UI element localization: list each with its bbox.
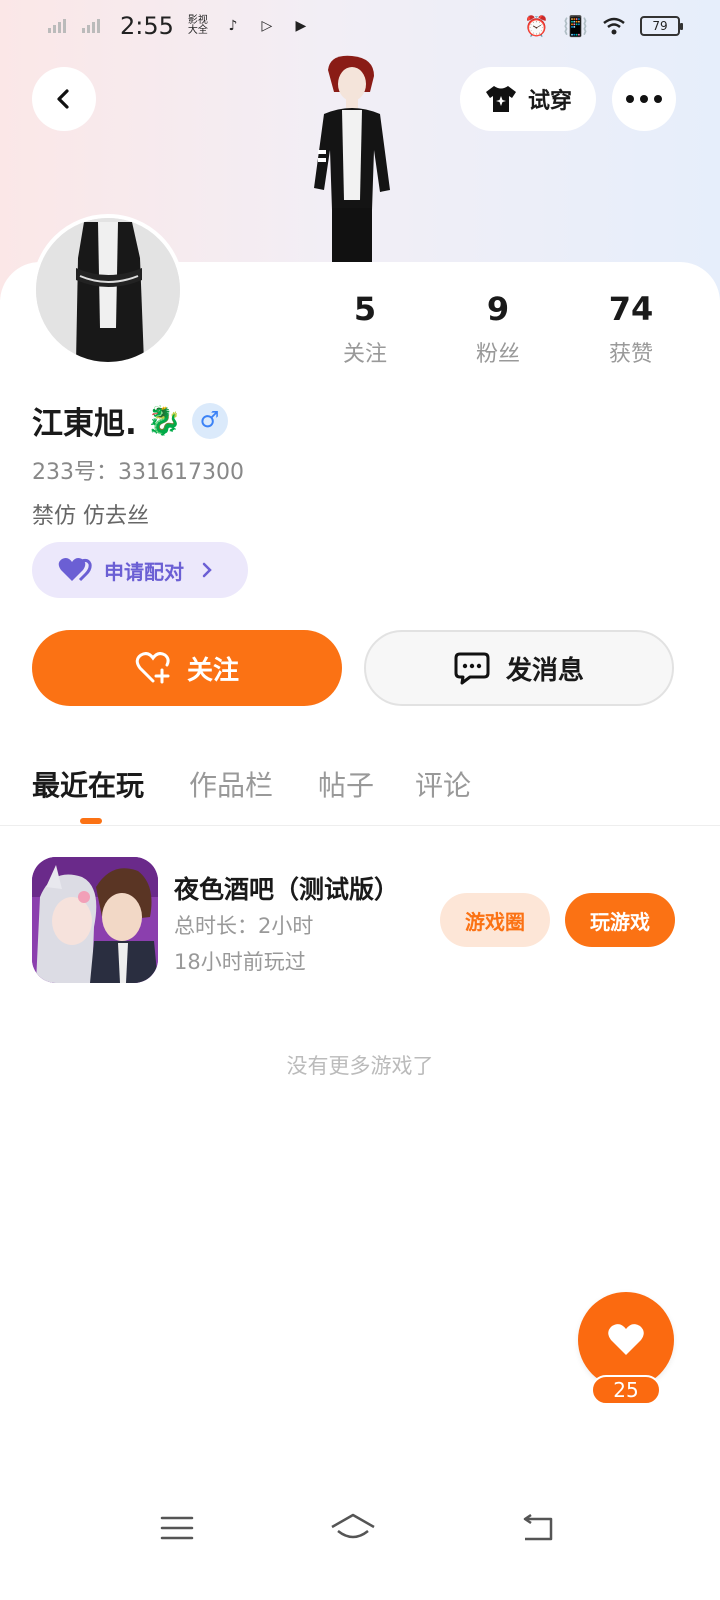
stat-fans[interactable]: 9 粉丝: [438, 290, 558, 368]
tab-recent[interactable]: 最近在玩: [32, 764, 144, 804]
tab-divider: [0, 825, 720, 826]
stat-following[interactable]: 5 关注: [305, 290, 425, 368]
system-nav-bar: [0, 1490, 720, 1570]
message-label: 发消息: [505, 655, 584, 686]
message-button[interactable]: 发消息: [364, 630, 674, 706]
stat-fans-label: 粉丝: [475, 342, 520, 367]
tab-posts[interactable]: 帖子: [318, 764, 374, 804]
back-nav-button[interactable]: [512, 1508, 562, 1548]
play-app-icon: ▷: [261, 18, 273, 34]
user-id[interactable]: 233号：331617300: [32, 454, 244, 486]
name-row: 江東旭. 🐉 ♂: [32, 398, 228, 443]
status-time: 2:55: [120, 12, 174, 40]
game-icon[interactable]: [32, 857, 158, 983]
game-circle-button[interactable]: 游戏圈: [440, 893, 550, 947]
media-app-icon: ▶: [295, 18, 307, 34]
stat-likes-label: 获赞: [608, 342, 653, 367]
home-icon: [331, 1513, 375, 1539]
user-bio: 禁仿 仿去丝: [32, 504, 149, 529]
heart-pair-icon: [58, 558, 92, 582]
like-count: 25: [591, 1375, 661, 1405]
tab-comments[interactable]: 评论: [415, 764, 471, 804]
play-game-button[interactable]: 玩游戏: [565, 893, 675, 947]
back-nav-icon: [523, 1513, 553, 1541]
stat-likes-value: 74: [608, 290, 654, 328]
tab-works[interactable]: 作品栏: [189, 764, 273, 804]
chat-icon: [454, 652, 490, 685]
game-duration: 总时长：2小时: [174, 914, 314, 938]
avatar[interactable]: [32, 214, 184, 366]
heart-plus-icon: [135, 652, 170, 684]
status-bar: 2:55 影视大全 ♪ ▷ ▶ ⏰ 📳 79: [0, 0, 720, 56]
stat-fans-value: 9: [486, 290, 510, 328]
more-button[interactable]: [612, 67, 676, 131]
apply-pair-button[interactable]: 申请配对: [32, 542, 248, 598]
video-app-icon: 影视大全: [187, 15, 208, 36]
shirt-icon: [485, 86, 516, 112]
more-dots-icon: [626, 95, 662, 103]
battery-icon: 79: [640, 16, 683, 36]
follow-button[interactable]: 关注: [32, 630, 342, 706]
stat-following-value: 5: [353, 290, 377, 328]
game-last-played: 18小时前玩过: [174, 950, 306, 974]
chevron-left-icon: [57, 89, 69, 109]
dragon-emoji: 🐉: [146, 404, 182, 437]
home-nav-button[interactable]: [328, 1508, 378, 1548]
wifi-icon: [603, 17, 625, 35]
stat-likes[interactable]: 74 获赞: [571, 290, 691, 368]
like-button[interactable]: [578, 1292, 674, 1388]
avatar-3d-figure[interactable]: [290, 50, 410, 264]
alarm-icon: ⏰: [524, 14, 550, 38]
signal-2-icon: [82, 19, 100, 33]
tiktok-icon: ♪: [228, 18, 238, 34]
tab-indicator: [80, 818, 102, 824]
try-on-label: 试穿: [527, 89, 572, 114]
heart-icon: [608, 1324, 644, 1355]
try-on-button[interactable]: 试穿: [460, 67, 596, 131]
chevron-right-icon: [202, 562, 212, 578]
signal-icon: [48, 19, 66, 33]
menu-icon: [160, 1516, 194, 1540]
empty-list-text: 没有更多游戏了: [286, 1054, 434, 1078]
follow-label: 关注: [186, 655, 239, 686]
back-button[interactable]: [32, 67, 96, 131]
apply-pair-label: 申请配对: [104, 559, 184, 584]
vibrate-icon: 📳: [563, 14, 588, 38]
stat-following-label: 关注: [342, 342, 387, 367]
game-title[interactable]: 夜色酒吧（测试版）: [174, 870, 399, 906]
user-name: 江東旭.: [32, 406, 137, 442]
menu-nav-button[interactable]: [152, 1508, 202, 1548]
battery-level: 79: [652, 19, 668, 33]
male-icon: ♂: [191, 402, 228, 439]
